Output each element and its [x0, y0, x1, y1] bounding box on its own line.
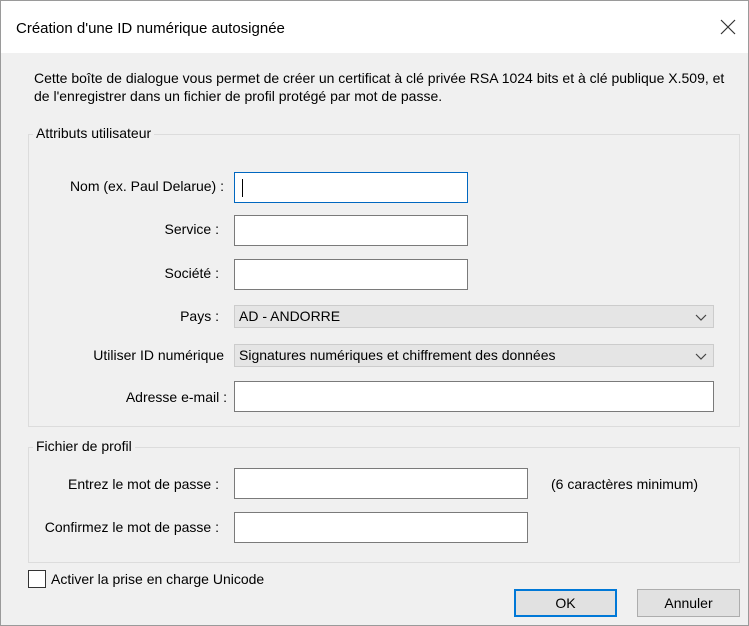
email-label: Adresse e-mail :: [125, 389, 227, 405]
ok-button[interactable]: OK: [514, 589, 617, 617]
unicode-checkbox[interactable]: [28, 570, 46, 588]
text-caret: [242, 179, 243, 197]
use-digital-id-label: Utiliser ID numérique: [93, 347, 224, 363]
dialog-window: Création d'une ID numérique autosignée C…: [0, 0, 749, 626]
password-hint: (6 caractères minimum): [551, 476, 699, 492]
chevron-down-icon: [695, 307, 707, 327]
confirm-password-input[interactable]: [234, 512, 528, 543]
chevron-down-icon: [695, 346, 707, 366]
use-digital-id-select-value: Signatures numériques et chiffrement des…: [239, 347, 556, 363]
country-select[interactable]: AD - ANDORRE: [234, 305, 714, 328]
name-label: Nom (ex. Paul Delarue) :: [69, 178, 224, 194]
dialog-description: Cette boîte de dialogue vous permet de c…: [34, 70, 725, 104]
service-input[interactable]: [234, 215, 468, 246]
company-label: Société :: [164, 265, 219, 281]
dialog-title: Création d'une ID numérique autosignée: [16, 20, 285, 37]
unicode-checkbox-label: Activer la prise en charge Unicode: [51, 571, 265, 587]
country-label: Pays :: [180, 308, 219, 324]
password-input[interactable]: [234, 468, 528, 499]
user-attributes-legend: Attributs utilisateur: [33, 125, 155, 141]
cancel-button[interactable]: Annuler: [637, 589, 740, 617]
company-input[interactable]: [234, 259, 468, 290]
password-label: Entrez le mot de passe :: [68, 476, 219, 492]
email-input[interactable]: [234, 381, 714, 412]
country-select-value: AD - ANDORRE: [239, 308, 341, 324]
name-input[interactable]: [234, 172, 468, 203]
use-digital-id-select[interactable]: Signatures numériques et chiffrement des…: [234, 344, 714, 367]
profile-file-legend: Fichier de profil: [33, 438, 135, 454]
close-icon[interactable]: [718, 17, 738, 37]
profile-file-group: [28, 447, 740, 563]
confirm-password-label: Confirmez le mot de passe :: [44, 519, 219, 535]
title-bar: Création d'une ID numérique autosignée: [1, 1, 748, 53]
service-label: Service :: [164, 221, 219, 237]
